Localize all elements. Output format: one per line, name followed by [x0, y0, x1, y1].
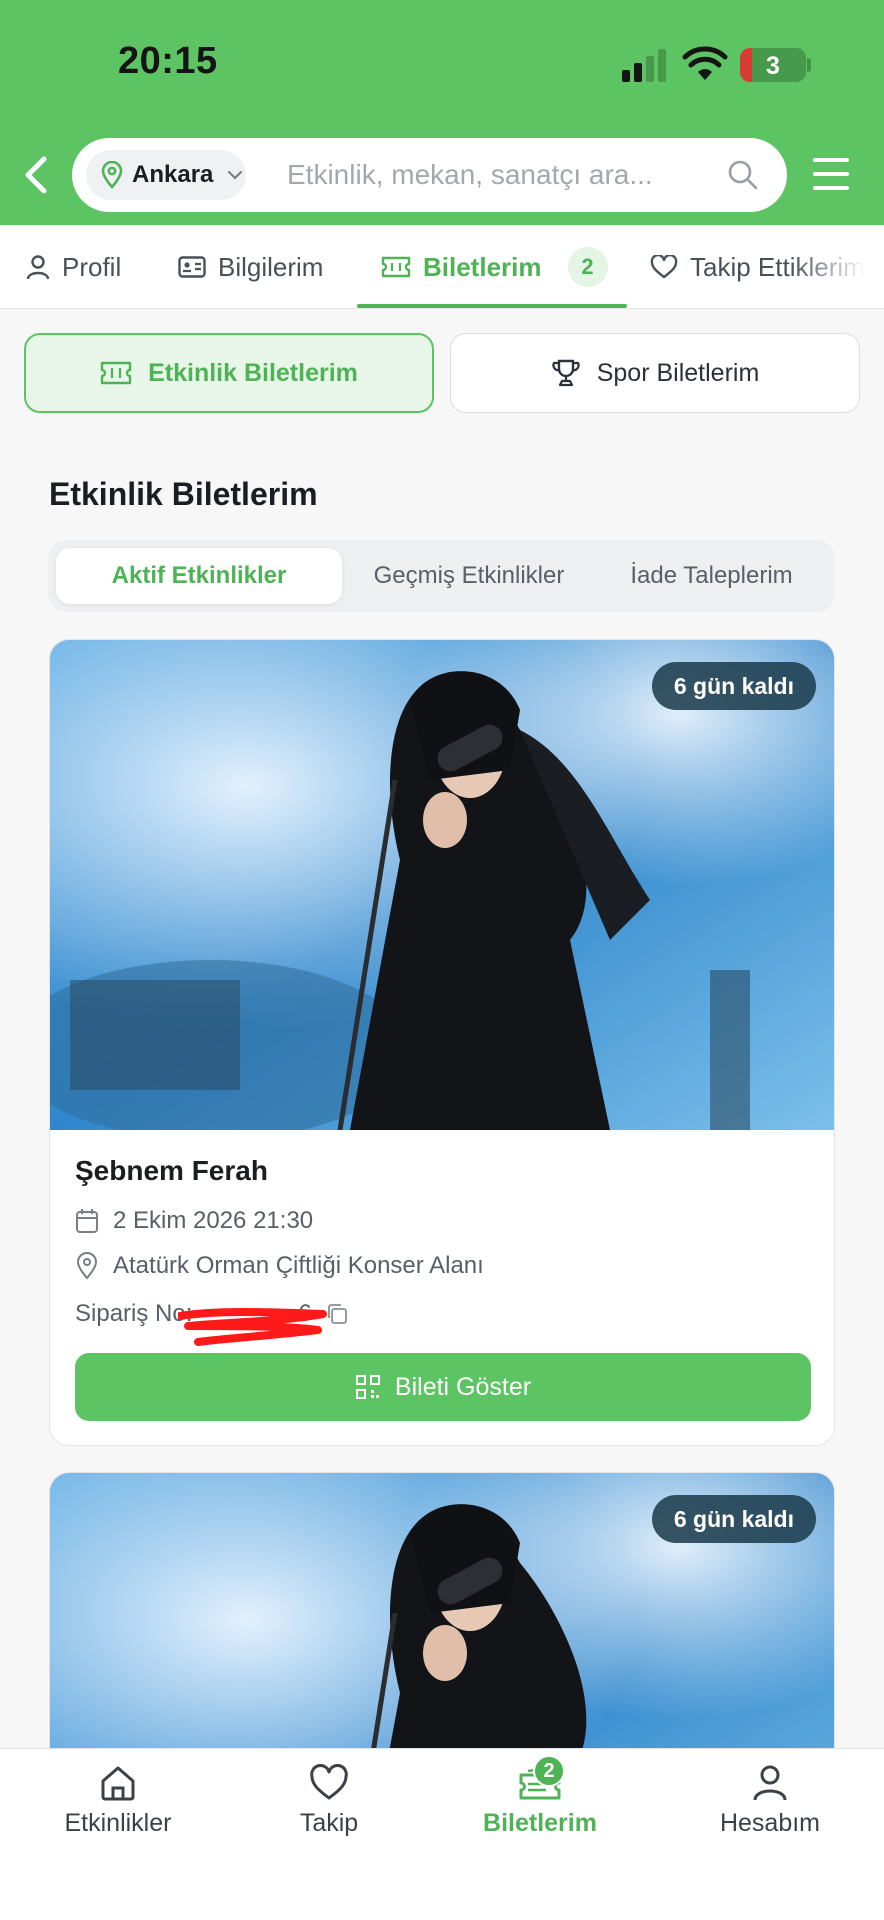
trophy-icon	[552, 359, 580, 387]
show-ticket-button[interactable]: Bileti Göster	[75, 1353, 811, 1421]
nav-label: Etkinlikler	[64, 1809, 172, 1837]
tab-biletlerim[interactable]: Biletlerim 2	[381, 225, 608, 308]
hamburger-menu-icon[interactable]	[810, 156, 854, 192]
user-icon	[753, 1765, 787, 1801]
heart-icon	[650, 255, 678, 279]
tab-label: Biletlerim	[423, 251, 542, 282]
tab-label: Bilgilerim	[218, 251, 324, 282]
tab-label: Profil	[62, 251, 122, 282]
order-label: Sipariş No:	[75, 1300, 193, 1327]
event-venue-row: Atatürk Orman Çiftliği Konser Alanı	[75, 1252, 484, 1280]
event-image: 6 gün kaldı	[50, 1473, 834, 1772]
wifi-icon	[682, 46, 728, 80]
battery-indicator: 3	[740, 48, 806, 82]
nav-etkinlikler[interactable]: Etkinlikler	[18, 1763, 218, 1838]
subtab-iade-taleplerim[interactable]: İade Taleplerim	[596, 548, 827, 604]
nav-label: Takip	[299, 1809, 359, 1837]
qr-code-icon	[355, 1375, 380, 1399]
event-date-row: 2 Ekim 2026 21:30	[75, 1207, 313, 1235]
id-card-icon	[178, 256, 206, 278]
user-icon	[26, 255, 50, 280]
event-filter-tabs: Aktif Etkinlikler Geçmiş Etkinlikler İad…	[48, 540, 835, 612]
concert-photo	[50, 640, 834, 1130]
heart-icon	[310, 1763, 348, 1800]
search-input[interactable]: Etkinlik, mekan, sanatçı ara...	[287, 159, 653, 191]
search-bar[interactable]: Ankara Etkinlik, mekan, sanatçı ara...	[72, 138, 787, 212]
search-icon[interactable]	[727, 159, 759, 191]
nav-hesabim[interactable]: Hesabım	[670, 1763, 870, 1838]
ticket-card[interactable]: 6 gün kaldı	[49, 1472, 835, 1772]
nav-label: Hesabım	[719, 1809, 821, 1837]
days-left-badge: 6 gün kaldı	[651, 1495, 816, 1543]
segment-etkinlik-biletlerim[interactable]: Etkinlik Biletlerim	[24, 333, 434, 413]
chevron-down-icon	[228, 170, 243, 180]
tab-bilgilerim[interactable]: Bilgilerim	[178, 225, 324, 308]
status-time: 20:15	[118, 40, 218, 82]
bottom-navigation: Etkinlikler Takip Biletlerim 2 Hesabım	[0, 1748, 884, 1920]
days-left-badge: 6 gün kaldı	[651, 662, 816, 710]
location-pin-icon	[101, 161, 123, 189]
home-icon	[101, 1766, 135, 1801]
event-date: 2 Ekim 2026 21:30	[113, 1207, 314, 1234]
segment-label: Etkinlik Biletlerim	[148, 358, 358, 387]
segment-spor-biletlerim[interactable]: Spor Biletlerim	[450, 333, 860, 413]
calendar-icon	[76, 1209, 98, 1233]
ticket-icon	[100, 361, 132, 385]
location-pin-icon	[76, 1252, 98, 1280]
nav-takip[interactable]: Takip	[229, 1763, 429, 1838]
show-ticket-label: Bileti Göster	[394, 1372, 532, 1401]
tab-label: Takip Ettiklerim	[690, 251, 865, 282]
app-header: 20:15 3 Ankara Etkinlik, mekan, sanatçı …	[0, 0, 884, 225]
section-title: Etkinlik Biletlerim	[49, 476, 318, 512]
active-tab-indicator	[357, 304, 627, 308]
battery-tip	[807, 58, 811, 72]
event-title: Şebnem Ferah	[75, 1155, 268, 1186]
subtab-aktif-etkinlikler[interactable]: Aktif Etkinlikler	[56, 548, 342, 604]
ticket-card[interactable]: 6 gün kaldı Şebnem Ferah 2 Ekim 2026 21:…	[49, 639, 835, 1446]
city-selector[interactable]: Ankara	[86, 150, 246, 200]
tab-takip-ettiklerim[interactable]: Takip Ettiklerim	[650, 225, 865, 308]
subtab-gecmis-etkinlikler[interactable]: Geçmiş Etkinlikler	[342, 548, 596, 604]
city-name: Ankara	[132, 161, 214, 188]
tab-profil[interactable]: Profil	[26, 225, 122, 308]
chevron-left-icon	[25, 156, 47, 194]
profile-tab-bar: Profil Bilgilerim Biletlerim 2 Takip Ett…	[0, 225, 884, 309]
copy-icon[interactable]	[326, 1303, 348, 1325]
ticket-count-badge: 2	[567, 247, 608, 287]
battery-percent: 3	[766, 52, 780, 80]
back-button[interactable]	[16, 150, 56, 200]
ticket-icon	[381, 256, 411, 278]
segment-label: Spor Biletlerim	[596, 358, 760, 387]
redaction-scribble	[178, 1308, 327, 1346]
nav-ticket-badge: 2	[533, 1755, 565, 1787]
event-image: 6 gün kaldı	[50, 640, 834, 1130]
nav-label: Biletlerim	[483, 1809, 597, 1837]
cellular-signal-icon	[622, 48, 668, 82]
event-venue: Atatürk Orman Çiftliği Konser Alanı	[113, 1252, 484, 1279]
